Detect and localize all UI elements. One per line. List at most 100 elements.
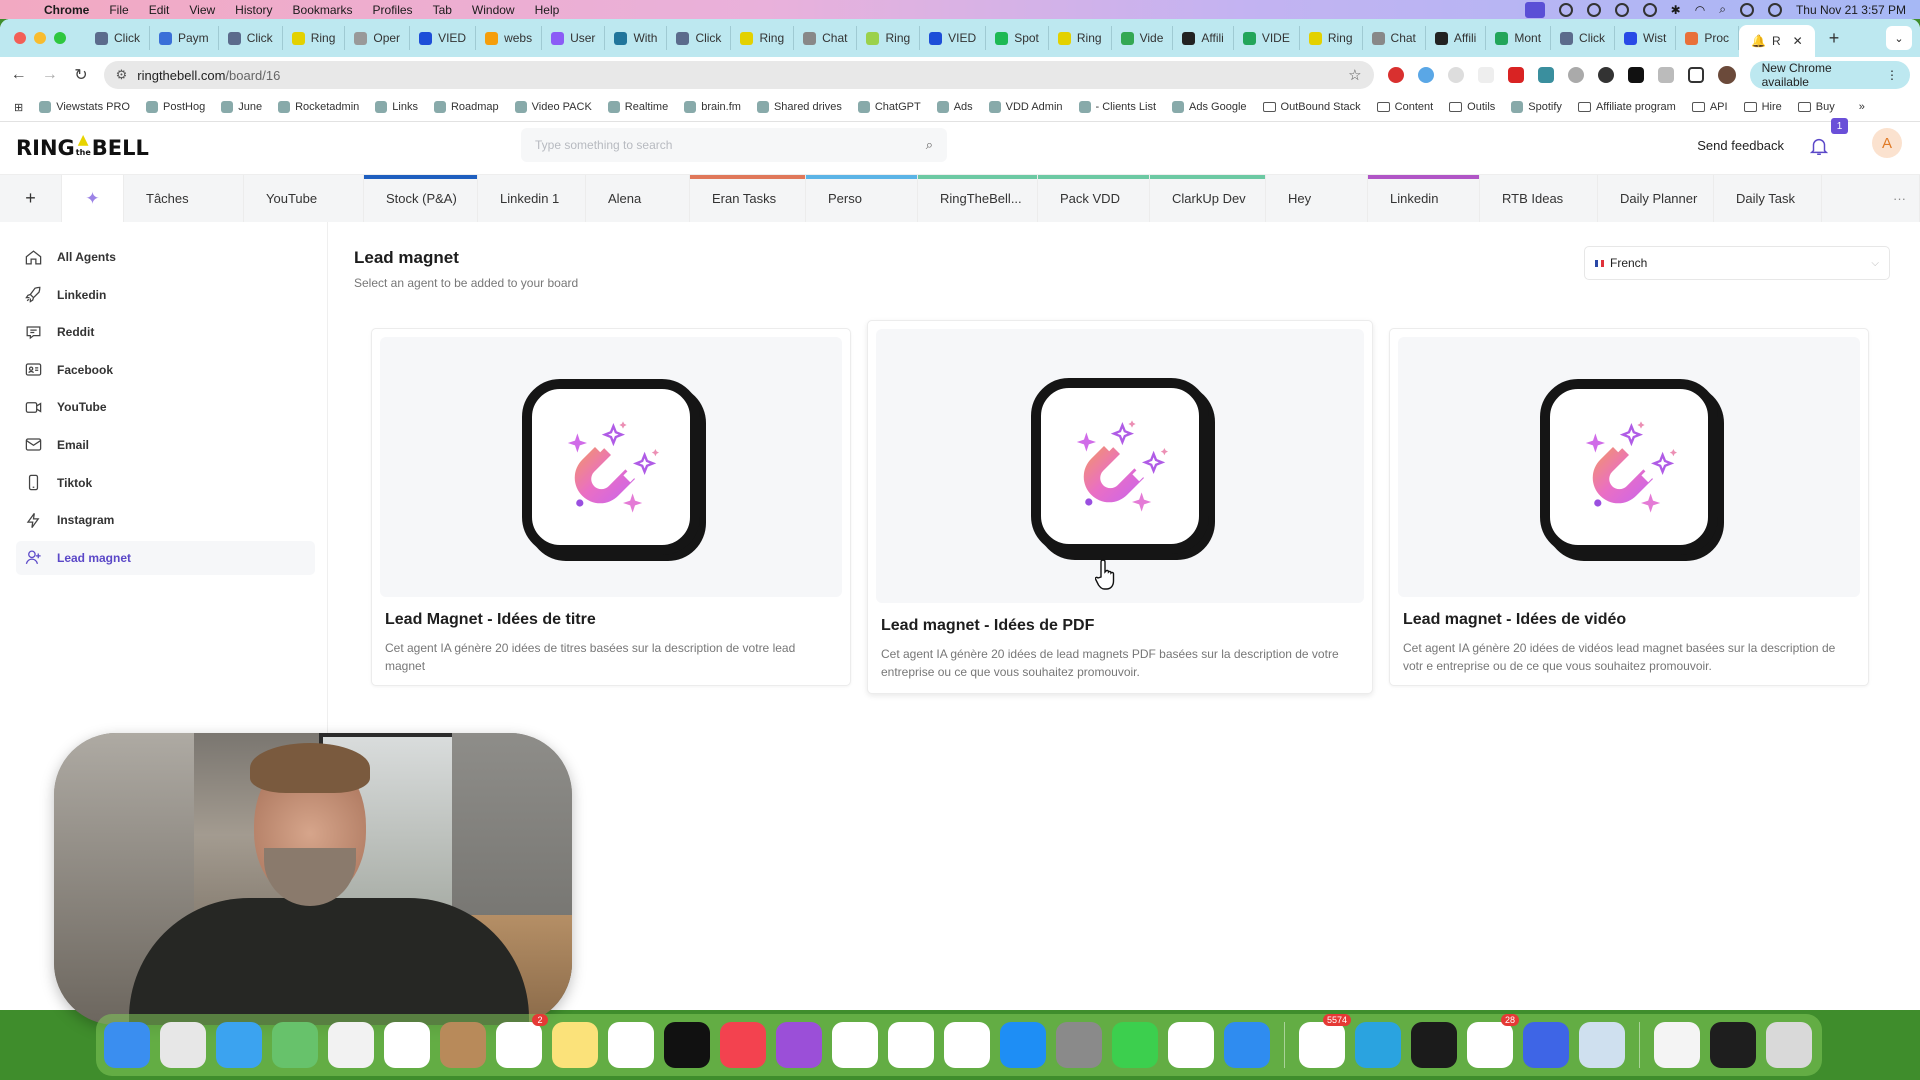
siri-icon[interactable]: [1767, 2, 1782, 17]
dock-app-numbers[interactable]: [888, 1022, 934, 1068]
sidebar-item-instagram[interactable]: Instagram: [16, 503, 315, 537]
viewstats-extension-icon[interactable]: [1507, 67, 1524, 83]
menu-profiles[interactable]: Profiles: [363, 3, 423, 17]
browser-tab[interactable]: Wist: [1615, 26, 1677, 50]
browser-tab[interactable]: Spot: [986, 26, 1049, 50]
browser-tab[interactable]: Click: [86, 26, 150, 50]
reload-icon[interactable]: ↻: [72, 65, 89, 85]
sidebar-item-reddit[interactable]: Reddit: [16, 315, 315, 349]
dock-app-slack[interactable]: 28: [1467, 1014, 1519, 1068]
browser-tab[interactable]: Proc: [1676, 26, 1740, 50]
board-tab[interactable]: Stock (P&A): [364, 175, 478, 222]
board-tab[interactable]: Tâches: [124, 175, 244, 222]
sidebar-item-email[interactable]: Email: [16, 428, 315, 462]
bookmark-item[interactable]: Ads: [936, 101, 973, 113]
menu-window[interactable]: Window: [462, 3, 525, 17]
dock-app-mail[interactable]: [216, 1022, 262, 1068]
bookmark-item[interactable]: Rocketadmin: [278, 101, 359, 113]
browser-tab-active[interactable]: 🔔 R ✕: [1739, 25, 1815, 57]
adblock-icon[interactable]: [1387, 67, 1404, 83]
dock-app-apple-tv[interactable]: [664, 1022, 710, 1068]
browser-tab[interactable]: Click: [219, 26, 283, 50]
menu-edit[interactable]: Edit: [139, 3, 180, 17]
dock-app-notes[interactable]: [552, 1022, 598, 1068]
minimize-window-button[interactable]: [34, 32, 46, 44]
close-tab-icon[interactable]: ✕: [1793, 34, 1803, 48]
sidebar-item-linkedin[interactable]: Linkedin: [16, 278, 315, 312]
bookmark-item[interactable]: OutBound Stack: [1262, 101, 1361, 113]
dock-app-screen-studio[interactable]: [1411, 1022, 1457, 1068]
bookmark-item[interactable]: API: [1691, 101, 1728, 113]
bookmark-item[interactable]: - Clients List: [1078, 101, 1156, 113]
menu-view[interactable]: View: [179, 3, 225, 17]
add-board-tab-button[interactable]: +: [0, 175, 62, 222]
bookmark-item[interactable]: Affiliate program: [1577, 101, 1676, 113]
bookmark-star-icon[interactable]: ☆: [1348, 66, 1361, 84]
forward-icon[interactable]: →: [41, 66, 58, 84]
dock-app-safari[interactable]: [1224, 1022, 1270, 1068]
dock-app-nordvpn[interactable]: [1523, 1022, 1569, 1068]
board-tab[interactable]: Hey: [1266, 175, 1368, 222]
sidebar-item-facebook[interactable]: Facebook: [16, 353, 315, 387]
send-feedback-button[interactable]: Send feedback: [1697, 138, 1784, 153]
update-chrome-button[interactable]: New Chrome available ⋮: [1749, 61, 1910, 89]
browser-tab[interactable]: VIED: [410, 26, 477, 50]
bookmark-item[interactable]: Roadmap: [433, 101, 499, 113]
board-tab[interactable]: RTB Ideas: [1480, 175, 1598, 222]
bookmark-item[interactable]: Spotify: [1511, 101, 1562, 113]
bookmark-item[interactable]: VDD Admin: [988, 101, 1063, 113]
dock-app-xlsx-file[interactable]: [1654, 1022, 1700, 1068]
fingerprint-icon[interactable]: [1642, 2, 1657, 17]
dock-app-maps[interactable]: [272, 1022, 318, 1068]
new-tab-button[interactable]: +: [1815, 28, 1854, 49]
browser-tab[interactable]: Oper: [345, 26, 411, 50]
dock-app-keynote[interactable]: [832, 1022, 878, 1068]
browser-tab[interactable]: Chat: [794, 26, 858, 50]
ringthebell-logo[interactable]: RING ▲ the BELL: [16, 132, 149, 160]
board-tab[interactable]: YouTube: [244, 175, 364, 222]
dock-app-chrome[interactable]: [1168, 1022, 1214, 1068]
bookmark-item[interactable]: PostHog: [146, 101, 205, 113]
browser-tab[interactable]: Mont: [1486, 26, 1552, 50]
browser-tab[interactable]: Vide: [1112, 26, 1174, 50]
extension-blue-icon[interactable]: [1417, 67, 1434, 83]
kebab-menu-icon[interactable]: ⋮: [1886, 68, 1898, 82]
board-tab[interactable]: Daily Planner: [1598, 175, 1714, 222]
bookmark-item[interactable]: ChatGPT: [857, 101, 921, 113]
board-tab[interactable]: RingTheBell...: [918, 175, 1038, 222]
browser-tab[interactable]: Paym: [150, 26, 219, 50]
wifi-icon[interactable]: ◠: [1695, 3, 1705, 17]
bookmark-item[interactable]: Content: [1376, 101, 1433, 113]
dock-app-system-settings[interactable]: [1056, 1022, 1102, 1068]
dock-app-launchpad[interactable]: [160, 1022, 206, 1068]
bookmark-item[interactable]: June: [221, 101, 262, 113]
agent-card[interactable]: Lead Magnet - Idées de titre Cet agent I…: [371, 328, 851, 686]
spotlight-icon[interactable]: ⌕: [1719, 2, 1726, 17]
dock-app-app-store[interactable]: [1000, 1022, 1046, 1068]
language-select[interactable]: French ⌵: [1584, 246, 1890, 280]
browser-tab[interactable]: Ring: [1300, 26, 1363, 50]
board-tab[interactable]: Linkedin 1: [478, 175, 586, 222]
extension-f-icon[interactable]: [1477, 67, 1494, 83]
sidebar-item-tiktok[interactable]: Tiktok: [16, 466, 315, 500]
dock-app-facetime[interactable]: [1112, 1022, 1158, 1068]
user-avatar[interactable]: A: [1872, 128, 1902, 158]
sidebar-item-youtube[interactable]: YouTube: [16, 390, 315, 424]
bookmarks-overflow-button[interactable]: »: [1859, 101, 1865, 113]
tab-search-button[interactable]: ⌄: [1886, 26, 1912, 50]
browser-tab[interactable]: Ring: [1049, 26, 1112, 50]
browser-tab[interactable]: Chat: [1363, 26, 1426, 50]
control-center-icon[interactable]: [1739, 2, 1754, 17]
browser-tab[interactable]: webs: [476, 26, 543, 50]
browser-tab[interactable]: Ring: [731, 26, 795, 50]
dock-app-trash[interactable]: [1766, 1022, 1812, 1068]
dock-app-podcasts[interactable]: [776, 1022, 822, 1068]
browser-tab[interactable]: VIED: [920, 26, 987, 50]
bookmark-item[interactable]: Links: [375, 101, 418, 113]
agent-card[interactable]: Lead magnet - Idées de PDF Cet agent IA …: [867, 320, 1373, 694]
bluetooth-icon[interactable]: ✱: [1671, 3, 1681, 17]
menu-tab[interactable]: Tab: [423, 3, 462, 17]
board-tab[interactable]: Perso: [806, 175, 918, 222]
board-tab[interactable]: Alena: [586, 175, 690, 222]
board-tab[interactable]: Pack VDD: [1038, 175, 1150, 222]
